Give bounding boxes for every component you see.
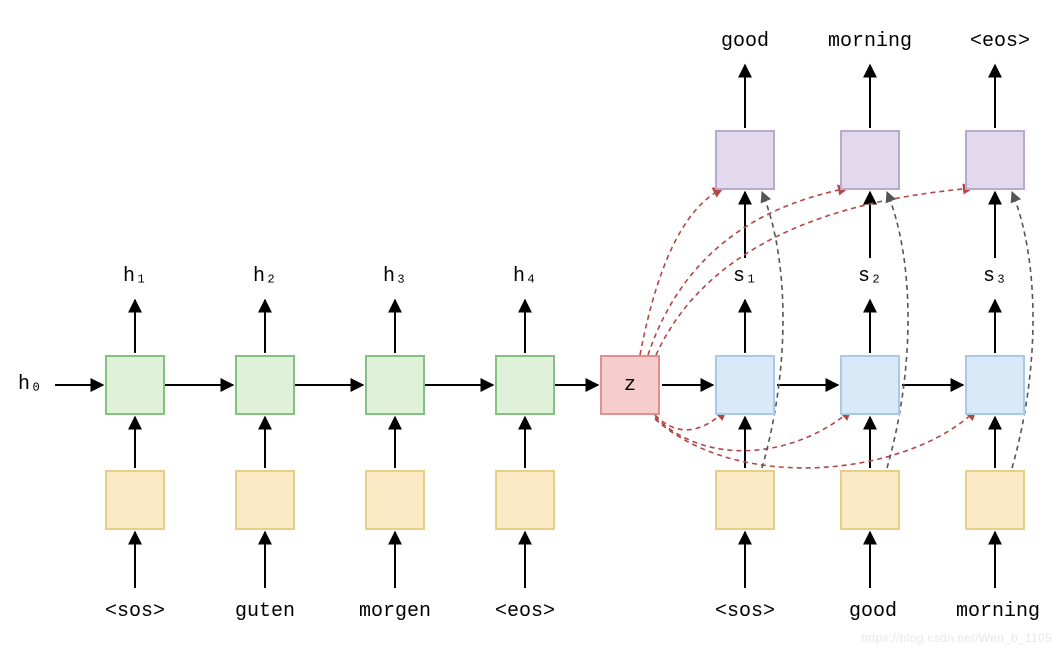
encoder-embed-1 (105, 470, 165, 530)
seq2seq-diagram: { "h0": "h₀", "encoder": { "hidden_label… (0, 0, 1060, 651)
encoder-cell-1 (105, 355, 165, 415)
decoder-embed-2 (840, 470, 900, 530)
decoder-embed-1 (715, 470, 775, 530)
context-cell: z (600, 355, 660, 415)
encoder-cell-2 (235, 355, 295, 415)
s1-label: s₁ (725, 265, 765, 288)
decoder-input-3: morning (948, 600, 1048, 623)
decoder-cell-2 (840, 355, 900, 415)
s2-label: s₂ (850, 265, 890, 288)
output-layer-1 (715, 130, 775, 190)
decoder-input-1: <sos> (700, 600, 790, 623)
encoder-embed-2 (235, 470, 295, 530)
output-layer-2 (840, 130, 900, 190)
h0-label: h₀ (10, 373, 50, 396)
encoder-embed-4 (495, 470, 555, 530)
decoder-output-3: <eos> (955, 30, 1045, 53)
output-layer-3 (965, 130, 1025, 190)
encoder-cell-3 (365, 355, 425, 415)
decoder-output-2: morning (820, 30, 920, 53)
encoder-input-3: morgen (355, 600, 435, 623)
h4-label: h₄ (505, 265, 545, 288)
encoder-cell-4 (495, 355, 555, 415)
decoder-input-2: good (828, 600, 918, 623)
decoder-output-1: good (700, 30, 790, 53)
h2-label: h₂ (245, 265, 285, 288)
h1-label: h₁ (115, 265, 155, 288)
decoder-cell-1 (715, 355, 775, 415)
context-label: z (624, 374, 636, 397)
encoder-input-2: guten (225, 600, 305, 623)
encoder-input-4: <eos> (485, 600, 565, 623)
encoder-embed-3 (365, 470, 425, 530)
decoder-embed-3 (965, 470, 1025, 530)
encoder-input-1: <sos> (95, 600, 175, 623)
h3-label: h₃ (375, 265, 415, 288)
watermark: https://blog.csdn.net/Wen_b_1105 (861, 631, 1052, 645)
s3-label: s₃ (975, 265, 1015, 288)
arrows-layer (0, 0, 1060, 651)
decoder-cell-3 (965, 355, 1025, 415)
